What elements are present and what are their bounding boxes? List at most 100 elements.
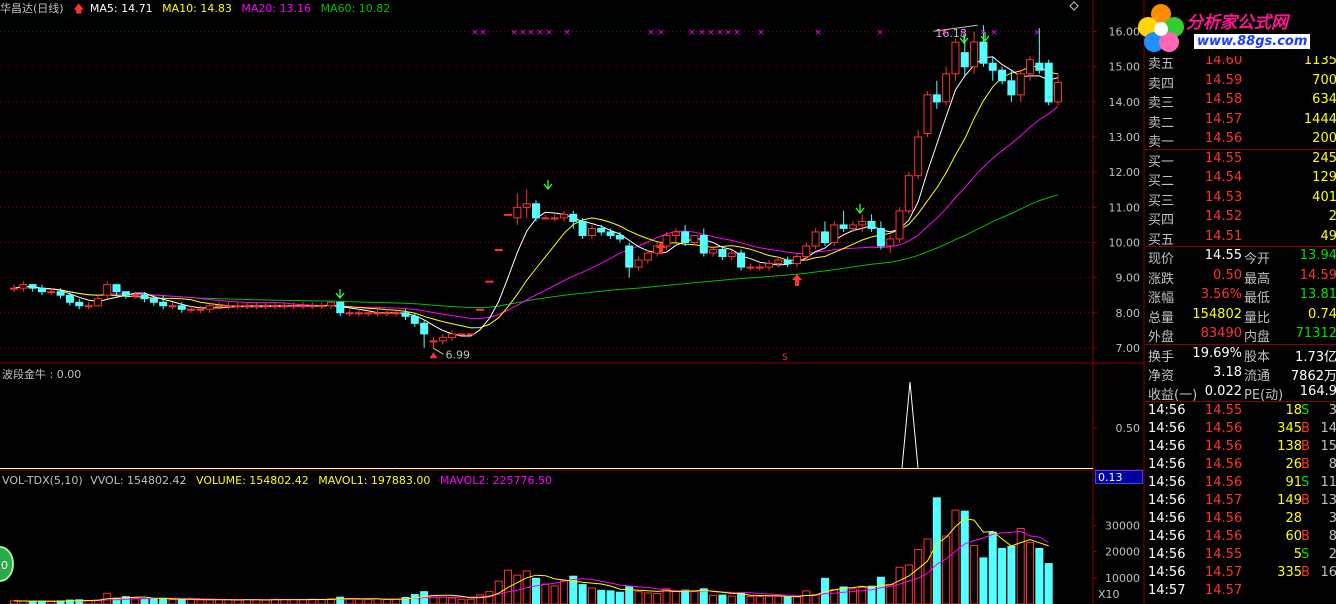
tick-volume: 26: [1285, 456, 1302, 472]
mavol2-label: MAVOL2: 225776.50: [439, 474, 553, 487]
low-marker-icon: [429, 352, 438, 359]
candle-body: [858, 220, 867, 226]
stat-value: 14.55: [1204, 248, 1242, 263]
candle-body: [876, 227, 885, 247]
watermark-url: www.88gs.com: [1194, 34, 1311, 49]
volume-bar: [550, 585, 559, 604]
candle-body: [177, 305, 186, 310]
stat-row: 现价 14.55 今开 13.94: [1145, 247, 1336, 267]
candle-body: [289, 305, 298, 308]
candle-body: [802, 245, 811, 258]
volume-bar: [615, 591, 624, 604]
ask-row: 卖四 14.59 700: [1145, 72, 1336, 92]
tick-count: 8: [1328, 456, 1336, 472]
candle-body: [140, 294, 149, 300]
candle-body: [429, 340, 438, 343]
tick-price: 14.57: [1205, 582, 1243, 598]
candle-body: [19, 284, 28, 289]
volume-bar: [998, 547, 1007, 604]
candle-body: [298, 305, 307, 308]
candle-body: [252, 305, 261, 308]
volume-bar: [578, 584, 587, 604]
volume-bar: [690, 591, 699, 604]
candle-body: [1054, 82, 1062, 103]
candle-body: [75, 301, 84, 307]
tick-price: 14.56: [1205, 456, 1243, 472]
candle-body: [932, 94, 941, 103]
volume-value-label: VOLUME: 154802.42: [196, 474, 309, 487]
candle-body: [243, 305, 252, 308]
watermark-logo: 分析家公式网 www.88gs.com: [1136, 0, 1336, 58]
volume-tick-label: 20000: [1105, 546, 1140, 559]
volume-bar: [364, 599, 373, 604]
stat-value: 71312: [1295, 326, 1336, 341]
stat-label: 现价: [1148, 252, 1175, 267]
volume-bar: [149, 598, 158, 604]
volume-bar: [354, 598, 363, 604]
candle-body: [625, 245, 634, 268]
ask-volume: 1135: [1303, 56, 1336, 68]
s-marker: S: [782, 353, 788, 363]
tick-row: 14:57 14.57: [1145, 582, 1336, 600]
ask-volume: 634: [1312, 92, 1336, 107]
volume-bar: [1026, 542, 1035, 604]
signal-x-icon: ×: [536, 28, 544, 38]
stat-value: 0.50: [1213, 267, 1242, 283]
volume-bar: [671, 590, 680, 604]
tick-time: 14:56: [1148, 510, 1186, 526]
candle-body: [457, 333, 466, 336]
candle-body: [615, 234, 624, 240]
candle-body: [951, 41, 960, 75]
sell-arrow-icon: [543, 180, 553, 191]
signal-x-icon: ×: [563, 28, 571, 38]
volume-bar: [159, 598, 168, 604]
kline-chart[interactable]: 16.186.99× × × × × × × × × × × × × × × × × × × × × × × ×S 16.00…: [0, 0, 1145, 604]
candle-body: [848, 224, 857, 229]
candle-body: [392, 312, 401, 315]
candle-body: [326, 301, 335, 307]
candle-body: [942, 73, 951, 103]
tick-time: 14:56: [1148, 474, 1186, 490]
volume-bar: [298, 599, 307, 604]
mavol1-label: MAVOL1: 197883.00: [318, 474, 431, 487]
candle-body: [215, 305, 224, 308]
fund-row: 换手 19.69% 股本 1.73亿: [1145, 345, 1336, 365]
volume-bar: [494, 580, 503, 604]
fund-label: 流通: [1244, 368, 1271, 384]
signal-x-icon: ×: [519, 28, 527, 38]
bid-price: 14.51: [1205, 228, 1243, 244]
candle-body: [709, 249, 718, 254]
price-tick-label: 8.00: [1116, 307, 1141, 320]
stat-label: 涨跌: [1148, 271, 1175, 287]
candle-body: [233, 305, 242, 308]
tick-volume: 28: [1285, 510, 1302, 526]
ask-label: 卖四: [1148, 76, 1175, 92]
bid-label: 买五: [1148, 232, 1175, 248]
stat-value: 83490: [1200, 326, 1242, 341]
ask-row: 卖一 14.56 200: [1145, 130, 1336, 150]
ask-row: 卖五 14.60 1135: [1145, 56, 1336, 72]
tick-volume: 345: [1277, 420, 1302, 436]
tick-price: 14.55: [1205, 546, 1243, 562]
volume-bar: [410, 594, 419, 604]
tick-time: 14:56: [1148, 564, 1186, 580]
ma10-line: [13, 65, 1059, 329]
signal-x-icon: ×: [940, 28, 948, 38]
bid-price: 14.54: [1205, 170, 1243, 185]
signal-x-icon: ×: [724, 28, 732, 38]
indicator-current-value: 0.13: [1098, 471, 1123, 484]
sell-arrow-icon: [335, 289, 345, 300]
volume-bar: [215, 599, 224, 604]
candle-body: [569, 213, 578, 222]
stat-label: 涨幅: [1148, 291, 1175, 306]
bid-volume: 129: [1312, 170, 1336, 185]
stat-value: 3.56%: [1200, 287, 1242, 302]
candle-body: [998, 69, 1007, 82]
candle-body: [960, 52, 969, 68]
volume-bar: [457, 598, 466, 604]
bid-price: 14.53: [1205, 189, 1243, 205]
candle-body: [336, 301, 345, 314]
fund-row: 净资 3.18 流通 7862万: [1145, 364, 1336, 384]
candle-body: [37, 287, 46, 293]
candle-body: [718, 249, 727, 258]
